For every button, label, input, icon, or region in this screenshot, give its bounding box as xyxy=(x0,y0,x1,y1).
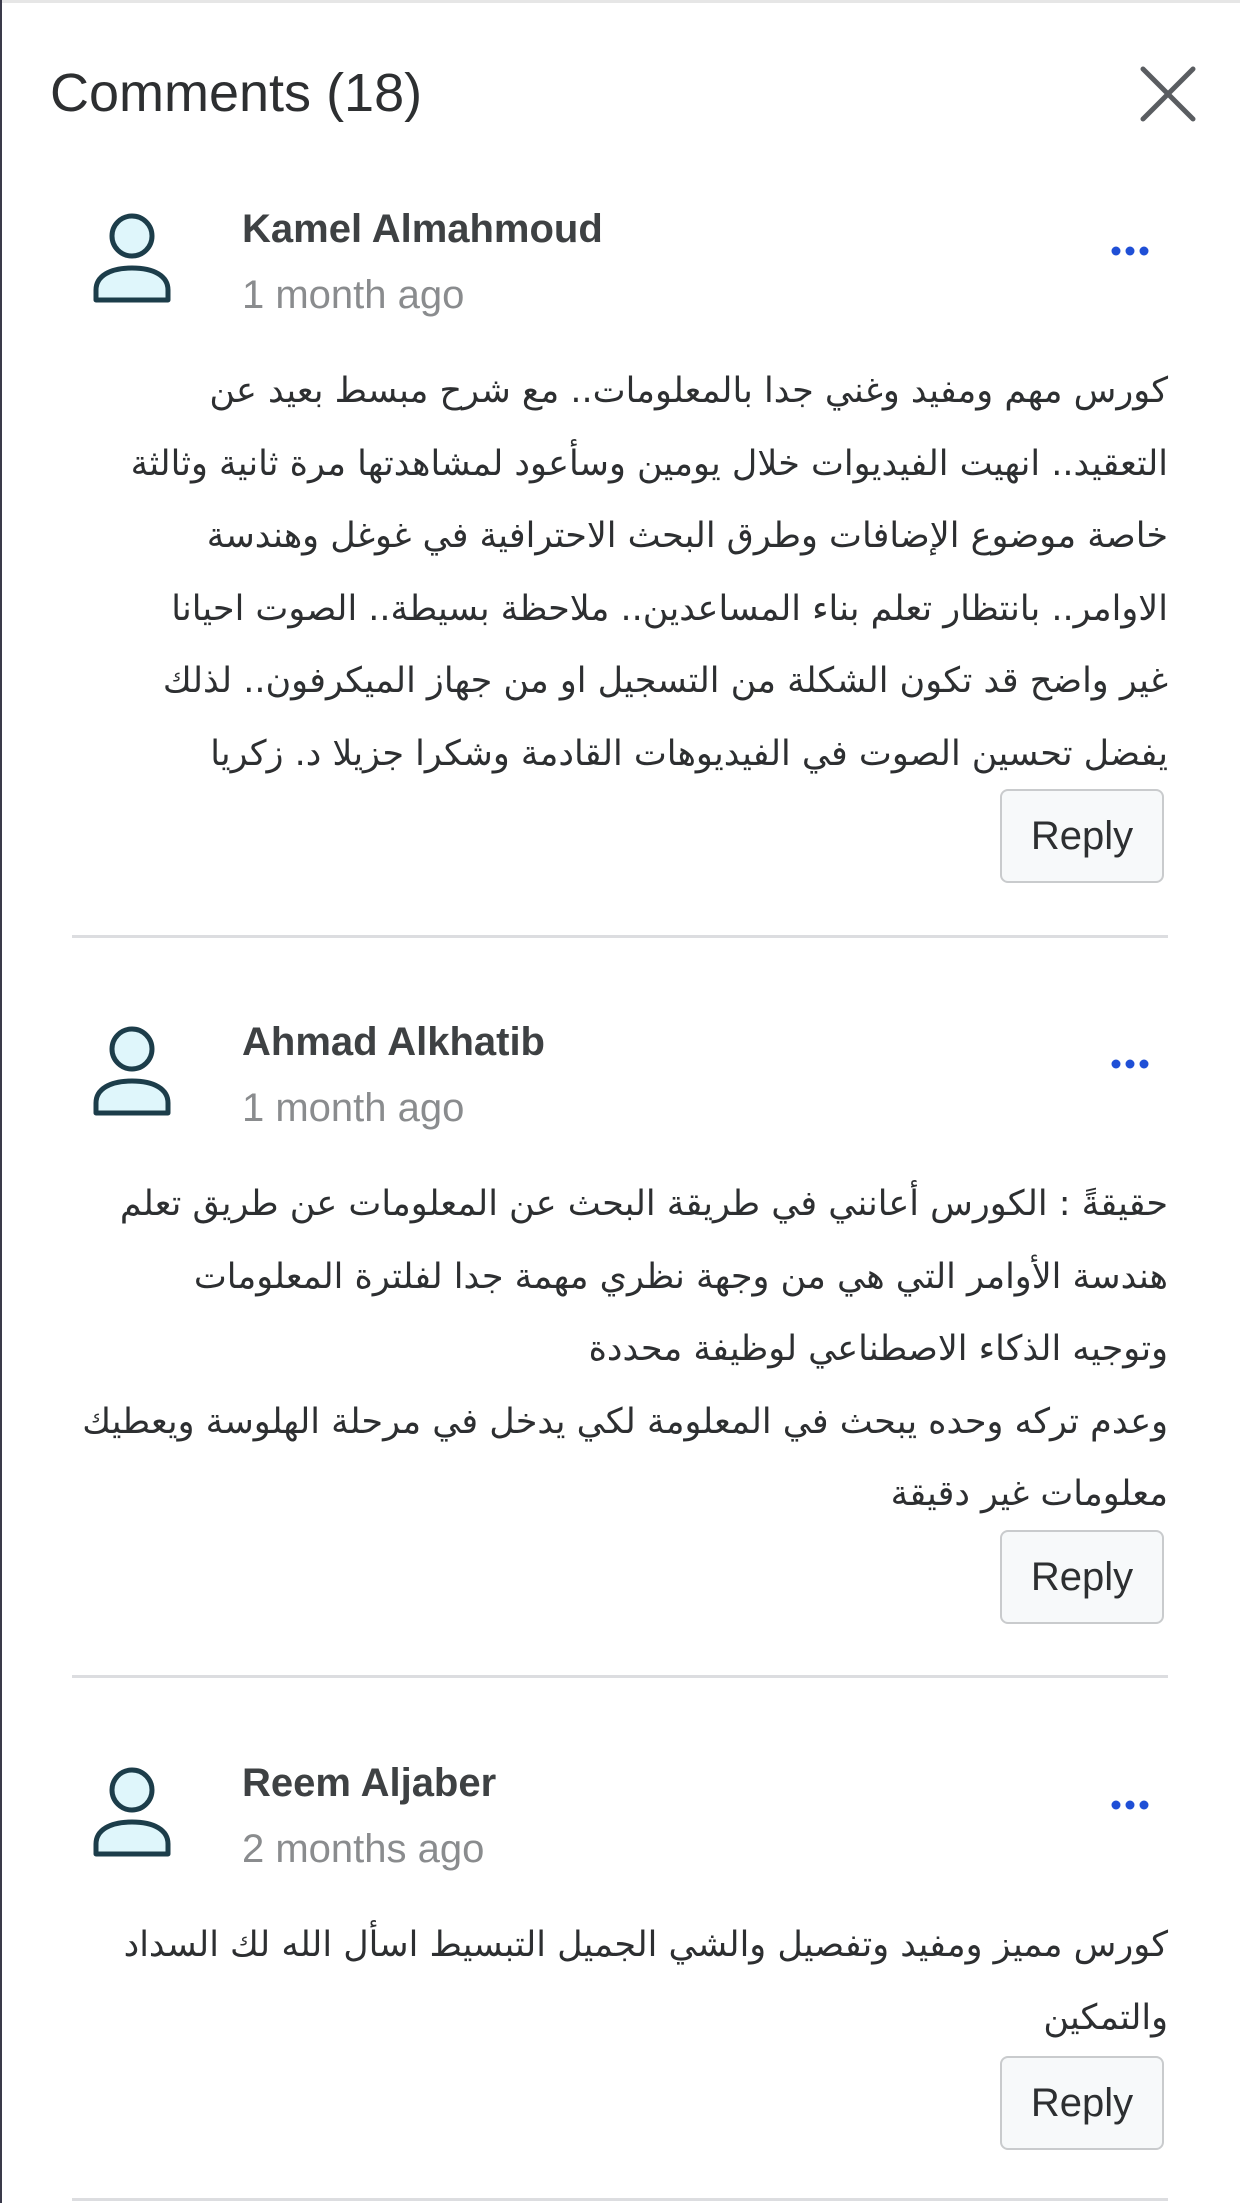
comment-item: Kamel Almahmoud 1 month ago كورس مهم ومف… xyxy=(72,200,1168,900)
more-options-button[interactable] xyxy=(1092,1044,1168,1084)
comment-item: Reem Aljaber 2 months ago كورس مميز ومفي… xyxy=(72,1754,1168,2203)
comment-time: 1 month ago xyxy=(242,1086,465,1130)
user-avatar-icon xyxy=(93,1026,171,1116)
more-options-button[interactable] xyxy=(1092,231,1168,271)
avatar xyxy=(92,1766,172,1858)
user-avatar-icon xyxy=(93,1767,171,1857)
comment-time: 2 months ago xyxy=(242,1827,485,1871)
comment-author: Reem Aljaber xyxy=(242,1761,497,1805)
comment-divider xyxy=(72,2198,1168,2201)
comments-header: Comments (18) xyxy=(0,0,1240,185)
comment-author: Ahmad Alkhatib xyxy=(242,1020,545,1064)
avatar xyxy=(92,1025,172,1117)
reply-button[interactable]: Reply xyxy=(1000,1530,1164,1624)
reply-button[interactable]: Reply xyxy=(1000,2056,1164,2150)
reply-button[interactable]: Reply xyxy=(1000,789,1164,883)
comment-time: 1 month ago xyxy=(242,273,465,317)
comment-divider xyxy=(72,935,1168,938)
comment-body: كورس مهم ومفيد وغني جدا بالمعلومات.. مع … xyxy=(130,371,1168,774)
more-options-icon xyxy=(1111,246,1149,256)
avatar xyxy=(92,212,172,304)
comment-divider xyxy=(72,1675,1168,1678)
close-icon xyxy=(1140,66,1196,122)
comment-body: كورس مميز ومفيد وتفصيل والشي الجميل التب… xyxy=(123,1925,1168,2038)
more-options-button[interactable] xyxy=(1092,1785,1168,1825)
more-options-icon xyxy=(1111,1800,1149,1810)
comments-title: Comments (18) xyxy=(50,63,423,123)
close-button[interactable] xyxy=(1140,66,1196,122)
panel-left-border xyxy=(0,0,2,2203)
comment-author: Kamel Almahmoud xyxy=(242,207,603,251)
comment-body: حقيقةً : الكورس أعانني في طريقة البحث عن… xyxy=(82,1184,1168,1514)
user-avatar-icon xyxy=(93,213,171,303)
comment-item: Ahmad Alkhatib 1 month ago حقيقةً : الكو… xyxy=(72,1013,1168,1643)
more-options-icon xyxy=(1111,1059,1149,1069)
